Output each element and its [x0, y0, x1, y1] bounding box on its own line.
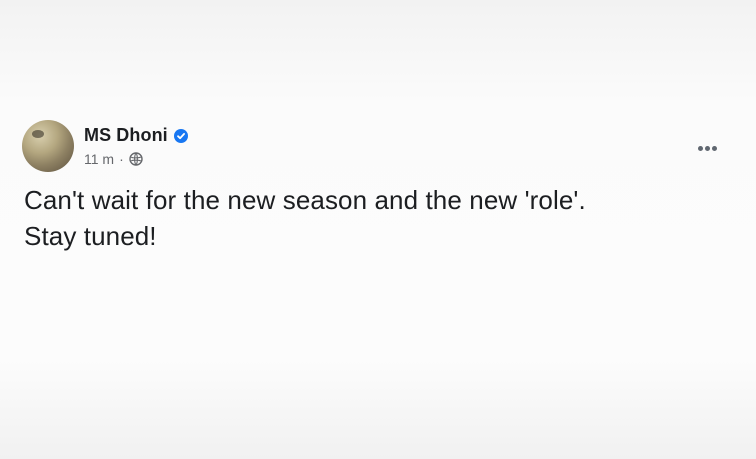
post-text: Can't wait for the new season and the ne… — [24, 182, 724, 254]
more-dot-icon — [705, 146, 710, 151]
post-text-line-2: Stay tuned! — [24, 221, 157, 251]
post-meta: MS Dhoni 11 m · — [84, 125, 188, 168]
facebook-post: MS Dhoni 11 m · Can't wait for the new s… — [0, 0, 756, 459]
post-subline: 11 m · — [84, 150, 188, 168]
separator-dot: · — [119, 150, 124, 167]
post-text-line-1: Can't wait for the new season and the ne… — [24, 185, 586, 215]
avatar[interactable] — [22, 120, 74, 172]
more-dot-icon — [698, 146, 703, 151]
post-header: MS Dhoni 11 m · — [22, 120, 188, 172]
author-row: MS Dhoni — [84, 125, 188, 147]
author-name[interactable]: MS Dhoni — [84, 125, 168, 146]
more-dot-icon — [712, 146, 717, 151]
post-time[interactable]: 11 m — [84, 151, 114, 167]
globe-icon[interactable] — [129, 151, 143, 166]
more-options-icon[interactable] — [698, 138, 720, 151]
verified-badge-icon — [173, 128, 188, 143]
